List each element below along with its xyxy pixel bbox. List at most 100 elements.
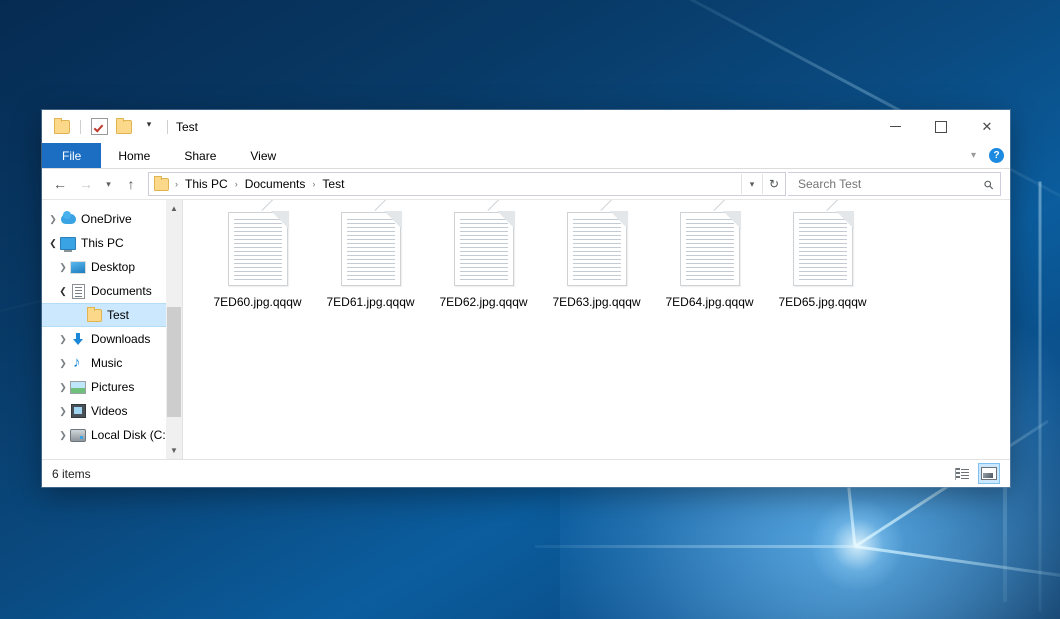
sidebar-item-label: Desktop [91, 260, 135, 274]
sidebar-item-local-disk[interactable]: ❯ Local Disk (C:) [42, 423, 182, 447]
generic-document-icon [567, 212, 627, 286]
pictures-icon [70, 380, 86, 394]
properties-glyph [91, 118, 108, 135]
wallpaper-ray [855, 545, 1060, 578]
navigation-pane: ❯ OneDrive ❮ This PC ❯ Desktop ❮ Documen… [42, 200, 183, 459]
maximize-icon [935, 121, 947, 133]
search-input[interactable] [796, 176, 984, 192]
window-title: Test [176, 120, 198, 134]
tab-view[interactable]: View [233, 143, 293, 168]
help-icon[interactable]: ? [989, 148, 1004, 163]
desktop-icon [70, 260, 86, 274]
sidebar-item-desktop[interactable]: ❯ Desktop [42, 255, 182, 279]
chevron-right-icon[interactable]: ❯ [56, 334, 70, 345]
tab-file[interactable]: File [42, 143, 101, 168]
up-button[interactable]: ↑ [119, 172, 143, 196]
chevron-down-icon[interactable]: ▾ [741, 174, 762, 194]
file-item[interactable]: 7ED62.jpg.qqqw [427, 210, 540, 309]
sidebar-item-pictures[interactable]: ❯ Pictures [42, 375, 182, 399]
file-name-label: 7ED61.jpg.qqqw [326, 295, 414, 309]
file-name-label: 7ED62.jpg.qqqw [439, 295, 527, 309]
file-item[interactable]: 7ED60.jpg.qqqw [201, 210, 314, 309]
scrollbar-track[interactable] [166, 217, 182, 442]
sidebar-item-downloads[interactable]: ❯ Downloads [42, 327, 182, 351]
toolbar-divider [80, 120, 81, 134]
sidebar-item-music[interactable]: ❯ Music [42, 351, 182, 375]
view-buttons [952, 463, 1000, 484]
chevron-down-icon[interactable]: ▾ [966, 148, 981, 163]
sidebar-item-label: Downloads [91, 332, 150, 346]
generic-document-icon [793, 212, 853, 286]
close-button[interactable]: ✕ [964, 110, 1010, 143]
properties-icon[interactable] [89, 117, 109, 137]
sidebar-item-this-pc[interactable]: ❮ This PC [42, 231, 182, 255]
chevron-right-icon[interactable]: ❯ [56, 358, 70, 369]
refresh-icon[interactable]: ↻ [762, 174, 785, 194]
tab-share[interactable]: Share [167, 143, 233, 168]
title-divider [167, 120, 168, 134]
details-view-button[interactable] [952, 464, 972, 483]
back-button[interactable]: ← [48, 172, 72, 196]
sidebar-item-documents[interactable]: ❮ Documents [42, 279, 182, 303]
chevron-right-icon[interactable]: ❯ [56, 406, 70, 417]
file-item[interactable]: 7ED61.jpg.qqqw [314, 210, 427, 309]
this-pc-icon [60, 236, 76, 250]
wallpaper-hotspot [810, 500, 905, 590]
file-name-label: 7ED64.jpg.qqqw [665, 295, 753, 309]
scroll-up-icon[interactable]: ▲ [166, 200, 182, 217]
music-icon [70, 356, 86, 370]
minimize-button[interactable] [872, 110, 918, 143]
search-box[interactable]: ⚲ [788, 172, 1001, 196]
documents-icon [70, 284, 86, 298]
sidebar-item-label: Pictures [91, 380, 134, 394]
breadcrumb-item-documents[interactable]: Documents [241, 176, 310, 192]
generic-document-icon [341, 212, 401, 286]
generic-document-icon [454, 212, 514, 286]
breadcrumb-item-this-pc[interactable]: This PC [181, 176, 232, 192]
ribbon-right-controls: ▾ ? [966, 143, 1004, 168]
new-folder-icon[interactable] [114, 117, 134, 137]
sidebar-scrollbar[interactable]: ▲ ▼ [166, 200, 182, 459]
file-item[interactable]: 7ED65.jpg.qqqw [766, 210, 879, 309]
forward-button[interactable]: → [74, 172, 98, 196]
chevron-right-icon[interactable]: ❯ [56, 382, 70, 393]
ribbon-tab-bar: File Home Share View ▾ ? [42, 143, 1010, 169]
window-body: ❯ OneDrive ❮ This PC ❯ Desktop ❮ Documen… [42, 199, 1010, 459]
videos-icon [70, 404, 86, 418]
chevron-right-icon[interactable]: ❯ [46, 214, 60, 225]
sidebar-item-label: OneDrive [81, 212, 132, 226]
scrollbar-thumb[interactable] [167, 307, 181, 417]
file-name-label: 7ED63.jpg.qqqw [552, 295, 640, 309]
recent-locations-icon[interactable]: ▾ [100, 172, 117, 196]
folder-icon [154, 178, 169, 191]
chevron-down-icon[interactable]: ▾ [139, 117, 159, 137]
sidebar-item-videos[interactable]: ❯ Videos [42, 399, 182, 423]
address-bar[interactable]: › This PC › Documents › Test ▾ ↻ [148, 172, 786, 196]
details-view-icon [955, 468, 969, 480]
sidebar-item-label: Videos [91, 404, 127, 418]
disk-icon [70, 428, 86, 442]
sidebar-item-test[interactable]: Test [42, 303, 182, 327]
file-item[interactable]: 7ED64.jpg.qqqw [653, 210, 766, 309]
sidebar-item-onedrive[interactable]: ❯ OneDrive [42, 207, 182, 231]
chevron-right-icon[interactable]: ❯ [56, 430, 70, 441]
tab-home[interactable]: Home [101, 143, 167, 168]
chevron-down-icon[interactable]: ❮ [56, 286, 70, 297]
file-list-pane[interactable]: 7ED60.jpg.qqqw 7ED61.jpg.qqqw 7ED62.jpg.… [183, 200, 1010, 459]
scroll-down-icon[interactable]: ▼ [166, 442, 182, 459]
breadcrumb-item-test[interactable]: Test [318, 176, 348, 192]
folder-icon[interactable] [52, 117, 72, 137]
generic-document-icon [228, 212, 288, 286]
downloads-icon [70, 332, 86, 346]
chevron-right-icon[interactable]: ❯ [56, 262, 70, 273]
maximize-button[interactable] [918, 110, 964, 143]
file-name-label: 7ED65.jpg.qqqw [778, 295, 866, 309]
status-bar: 6 items [42, 459, 1010, 487]
sidebar-item-label: Documents [91, 284, 152, 298]
breadcrumb-separator: › [233, 179, 240, 189]
sidebar-item-label: Test [107, 308, 129, 322]
file-item[interactable]: 7ED63.jpg.qqqw [540, 210, 653, 309]
chevron-down-icon[interactable]: ❮ [46, 238, 60, 249]
minimize-icon [890, 126, 901, 127]
large-icons-view-button[interactable] [978, 463, 1000, 484]
